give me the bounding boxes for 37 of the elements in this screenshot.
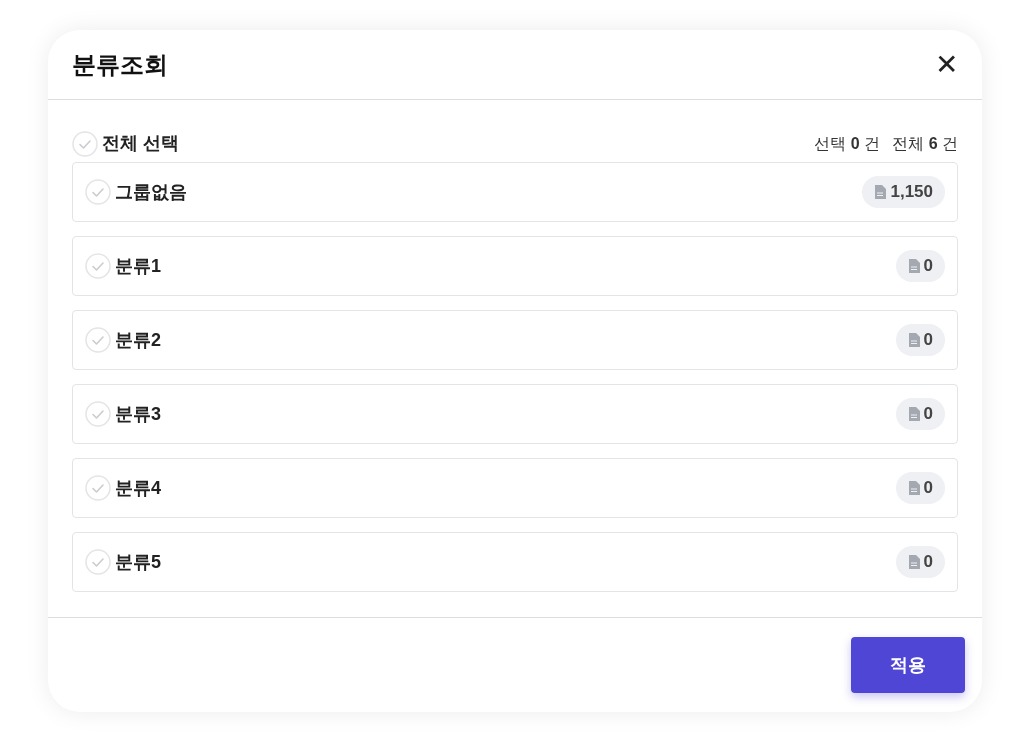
category-row[interactable]: 분류5 0 [72, 532, 958, 592]
count-badge: 0 [895, 398, 945, 430]
count-badge: 0 [895, 324, 945, 356]
checkbox[interactable] [85, 179, 111, 205]
category-row[interactable]: 그룹없음 1,150 [72, 162, 958, 222]
count-badge: 1,150 [862, 176, 945, 208]
apply-button[interactable]: 적용 [851, 637, 965, 693]
category-row[interactable]: 분류4 0 [72, 458, 958, 518]
document-icon [907, 333, 920, 347]
category-row[interactable]: 분류3 0 [72, 384, 958, 444]
count-badge: 0 [895, 250, 945, 282]
checkbox[interactable] [72, 130, 98, 157]
close-button[interactable]: ✕ [935, 50, 958, 79]
category-label: 분류2 [115, 328, 161, 352]
checkbox[interactable] [85, 549, 111, 575]
category-label: 분류1 [115, 254, 161, 278]
document-icon [907, 407, 920, 421]
count-badge: 0 [895, 546, 945, 578]
count-summary: 전체 6 건 [892, 133, 958, 154]
dialog-title: 분류조회 [72, 49, 168, 80]
select-all-label: 전체 선택 [102, 132, 179, 155]
category-label: 분류5 [115, 550, 161, 574]
checkbox[interactable] [85, 327, 111, 353]
category-label: 그룹없음 [115, 180, 187, 204]
category-label: 분류3 [115, 402, 161, 426]
category-label: 분류4 [115, 476, 161, 500]
category-row[interactable]: 분류1 0 [72, 236, 958, 296]
count-badge: 0 [895, 472, 945, 504]
document-icon [874, 185, 887, 199]
count-summary: 선택 0 건 [814, 133, 881, 154]
document-icon [907, 555, 920, 569]
checkbox[interactable] [85, 401, 111, 427]
document-icon [907, 259, 920, 273]
checkbox[interactable] [85, 475, 111, 501]
checkbox[interactable] [85, 253, 111, 279]
category-row[interactable]: 분류2 0 [72, 310, 958, 370]
document-icon [907, 481, 920, 495]
